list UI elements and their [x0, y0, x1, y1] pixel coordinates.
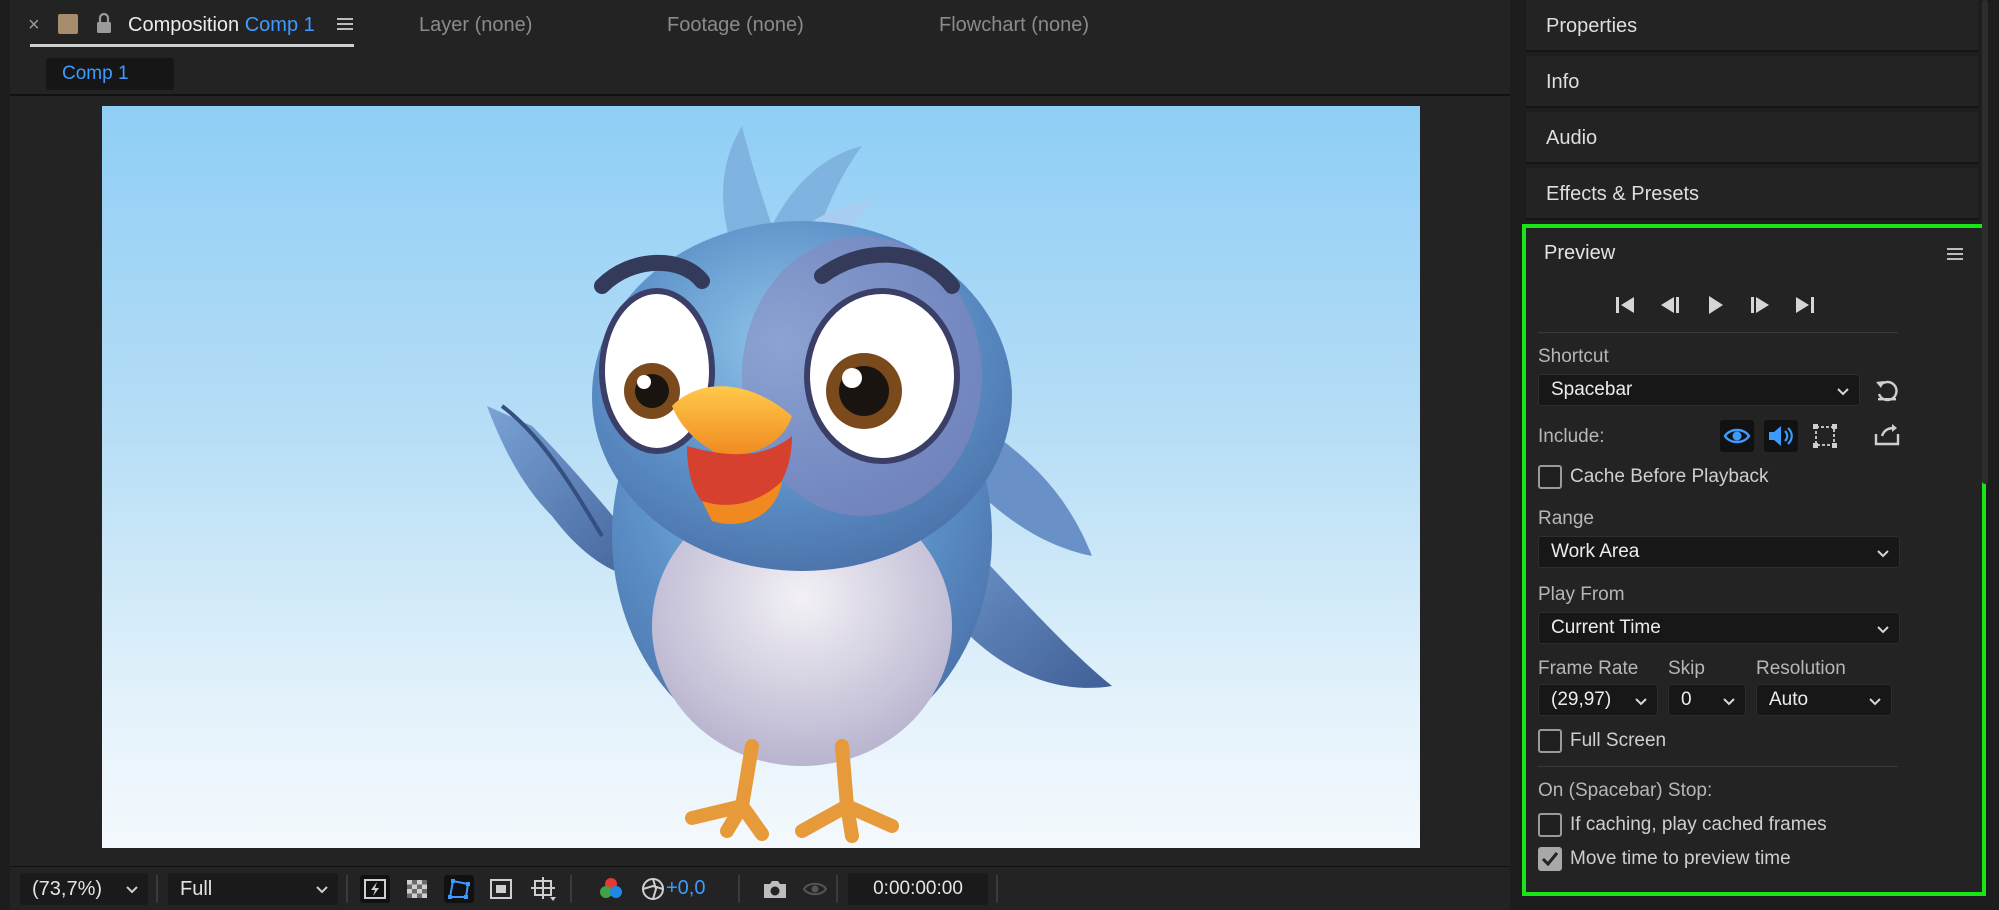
shortcut-value: Spacebar — [1551, 379, 1633, 400]
skip-dropdown[interactable]: 0 — [1668, 684, 1746, 716]
toolbar-divider — [156, 875, 158, 903]
lock-icon[interactable] — [94, 12, 114, 34]
current-time-display[interactable]: 0:00:00:00 — [848, 873, 988, 905]
exposure-reset-icon[interactable] — [638, 875, 668, 903]
cache-before-playback-label: Cache Before Playback — [1570, 466, 1769, 487]
frame-rate-dropdown[interactable]: (29,97) — [1538, 684, 1658, 716]
chevron-down-icon — [1635, 698, 1647, 706]
skip-value: 0 — [1681, 689, 1692, 710]
close-tab-icon[interactable]: × — [28, 14, 40, 37]
reset-shortcut-icon[interactable] — [1870, 374, 1904, 406]
divider — [1538, 332, 1898, 333]
mask-path-visibility-icon[interactable] — [444, 875, 474, 903]
next-frame-icon[interactable] — [1745, 290, 1775, 320]
chevron-down-icon — [1723, 698, 1735, 706]
composition-tab-title[interactable]: Composition Comp 1 — [128, 14, 315, 37]
last-frame-icon[interactable] — [1790, 290, 1820, 320]
first-frame-icon[interactable] — [1610, 290, 1640, 320]
frame-rate-value: (29,97) — [1551, 689, 1612, 710]
preview-panel: Preview Shortcut Spacebar Include: Cache… — [1522, 224, 1986, 896]
frame-rate-label: Frame Rate — [1538, 658, 1639, 679]
divider — [1538, 766, 1898, 767]
chevron-down-icon — [1877, 550, 1889, 558]
tab-title-comp-name: Comp 1 — [244, 14, 315, 36]
comp-navigator-tab[interactable]: Comp 1 — [46, 58, 174, 90]
region-of-interest-icon[interactable] — [486, 875, 516, 903]
panel-info[interactable]: Info — [1526, 56, 1978, 108]
panel-tab-bar: × Composition Comp 1 Layer (none) Footag… — [10, 0, 1510, 50]
range-label: Range — [1538, 508, 1594, 529]
chevron-down-icon — [316, 886, 328, 894]
preview-panel-title: Preview — [1544, 242, 1616, 264]
checkbox-box[interactable] — [1538, 465, 1562, 489]
right-panel-column: Properties Info Audio Effects & Presets … — [1520, 0, 1999, 910]
panel-audio[interactable]: Audio — [1526, 112, 1978, 164]
toolbar-divider — [346, 875, 348, 903]
grid-guide-options-icon[interactable] — [528, 875, 558, 903]
chevron-down-icon — [1869, 698, 1881, 706]
checkbox-checked[interactable] — [1538, 847, 1562, 871]
toolbar-divider — [570, 875, 572, 903]
range-dropdown[interactable]: Work Area — [1538, 536, 1900, 568]
comp-navigator-row: Comp 1 — [10, 54, 1510, 96]
panel-menu-icon[interactable] — [336, 15, 354, 33]
active-tab-underline — [30, 44, 354, 47]
shortcut-dropdown[interactable]: Spacebar — [1538, 374, 1860, 406]
magnification-value: (73,7%) — [32, 878, 103, 900]
label-color-swatch — [58, 14, 78, 34]
move-time-label: Move time to preview time — [1570, 848, 1791, 869]
tab-layer[interactable]: Layer (none) — [419, 14, 532, 37]
show-snapshot-icon[interactable] — [800, 875, 830, 903]
bird-illustration — [487, 126, 1112, 843]
toolbar-divider — [836, 875, 838, 903]
composition-panel: × Composition Comp 1 Layer (none) Footag… — [10, 0, 1510, 910]
composition-viewer[interactable] — [10, 98, 1510, 865]
panel-menu-icon[interactable] — [1946, 246, 1964, 262]
chevron-down-icon — [126, 886, 138, 894]
previous-frame-icon[interactable] — [1655, 290, 1685, 320]
skip-label: Skip — [1668, 658, 1705, 679]
play-from-dropdown[interactable]: Current Time — [1538, 612, 1900, 644]
magnification-dropdown[interactable]: (73,7%) — [20, 873, 148, 905]
tab-footage[interactable]: Footage (none) — [667, 14, 804, 37]
channel-rgb-icon[interactable] — [596, 875, 626, 903]
include-audio-speaker-icon[interactable] — [1764, 420, 1798, 452]
chevron-down-icon — [1877, 626, 1889, 634]
checkbox-box[interactable] — [1538, 729, 1562, 753]
viewer-toolbar: (73,7%) Full +0,0 0:00:00:00 — [10, 866, 1510, 910]
panel-properties[interactable]: Properties — [1526, 0, 1978, 52]
resolution-select-value: Auto — [1769, 689, 1809, 710]
resolution-label: Resolution — [1756, 658, 1846, 679]
play-icon[interactable] — [1700, 290, 1730, 320]
full-screen-label: Full Screen — [1570, 730, 1667, 751]
tab-title-prefix: Composition — [128, 14, 240, 36]
resolution-value: Full — [180, 878, 213, 900]
panel-scrollbar[interactable] — [1982, 0, 1988, 484]
if-caching-label: If caching, play cached frames — [1570, 814, 1827, 835]
resolution-select-dropdown[interactable]: Auto — [1756, 684, 1892, 716]
toolbar-divider — [996, 875, 998, 903]
panel-effects-presets[interactable]: Effects & Presets — [1526, 168, 1978, 220]
toolbar-divider — [738, 875, 740, 903]
shortcut-label: Shortcut — [1538, 346, 1609, 367]
include-label: Include: — [1538, 426, 1605, 447]
on-stop-label: On (Spacebar) Stop: — [1538, 780, 1713, 801]
include-overlays-icon[interactable] — [1808, 420, 1842, 452]
exposure-value[interactable]: +0,0 — [666, 877, 705, 900]
range-value: Work Area — [1551, 541, 1640, 562]
snapshot-camera-icon[interactable] — [760, 875, 790, 903]
fast-previews-icon[interactable] — [360, 875, 390, 903]
play-from-label: Play From — [1538, 584, 1625, 605]
export-output-icon[interactable] — [1870, 420, 1904, 452]
checkmark-icon — [1541, 852, 1559, 867]
transparency-grid-icon[interactable] — [402, 875, 432, 903]
play-from-value: Current Time — [1551, 617, 1661, 638]
tab-flowchart[interactable]: Flowchart (none) — [939, 14, 1089, 37]
resolution-dropdown[interactable]: Full — [168, 873, 338, 905]
composition-canvas[interactable] — [102, 106, 1420, 848]
include-video-eye-icon[interactable] — [1720, 420, 1754, 452]
chevron-down-icon — [1837, 388, 1849, 396]
checkbox-box[interactable] — [1538, 813, 1562, 837]
